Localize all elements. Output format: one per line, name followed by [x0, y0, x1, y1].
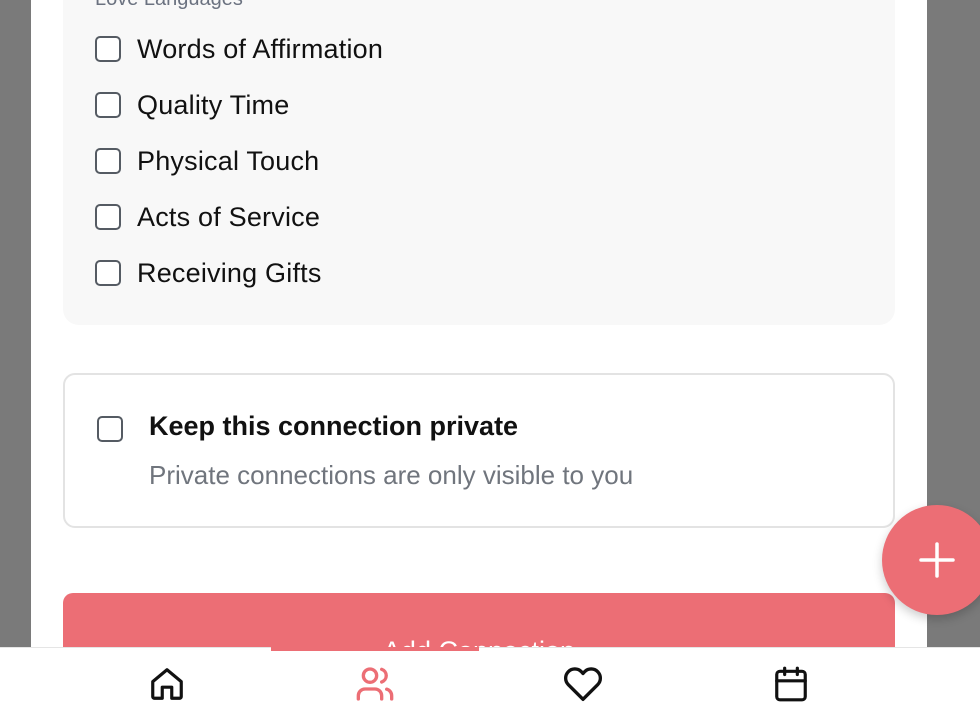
checkbox-label: Words of Affirmation — [137, 33, 384, 64]
private-description: Private connections are only visible to … — [149, 460, 634, 490]
checkbox-box[interactable] — [95, 204, 121, 230]
checkbox-label: Acts of Service — [137, 201, 321, 232]
bottom-nav — [0, 647, 980, 718]
checkbox-box[interactable] — [95, 260, 121, 286]
checkbox-physical-touch[interactable]: Physical Touch — [95, 143, 319, 179]
checkbox-words-of-affirmation[interactable]: Words of Affirmation — [95, 31, 383, 67]
checkbox-label: Receiving Gifts — [137, 257, 322, 288]
checkbox-box[interactable] — [95, 148, 121, 174]
private-checkbox[interactable] — [97, 416, 123, 442]
checkbox-acts-of-service[interactable]: Acts of Service — [95, 199, 320, 235]
nav-calendar[interactable] — [687, 648, 895, 718]
nav-connections[interactable] — [271, 648, 479, 718]
plus-icon — [919, 542, 955, 578]
checkbox-quality-time[interactable]: Quality Time — [95, 87, 289, 123]
love-languages-heading: Love Languages — [95, 0, 243, 11]
checkbox-receiving-gifts[interactable]: Receiving Gifts — [95, 255, 322, 291]
private-connection-card: Keep this connection private Private con… — [63, 373, 895, 528]
users-icon — [356, 666, 394, 701]
private-title: Keep this connection private — [149, 411, 519, 441]
nav-favorites[interactable] — [479, 648, 687, 718]
form-panel: Love Languages Words of Affirmation Qual… — [31, 0, 927, 718]
nav-home[interactable] — [63, 648, 271, 718]
checkbox-label: Physical Touch — [137, 145, 320, 176]
checkbox-box[interactable] — [95, 36, 121, 62]
home-icon — [151, 667, 183, 700]
heart-icon — [563, 666, 603, 701]
checkbox-label: Quality Time — [137, 89, 290, 120]
calendar-icon — [775, 666, 807, 701]
checkbox-box[interactable] — [95, 92, 121, 118]
